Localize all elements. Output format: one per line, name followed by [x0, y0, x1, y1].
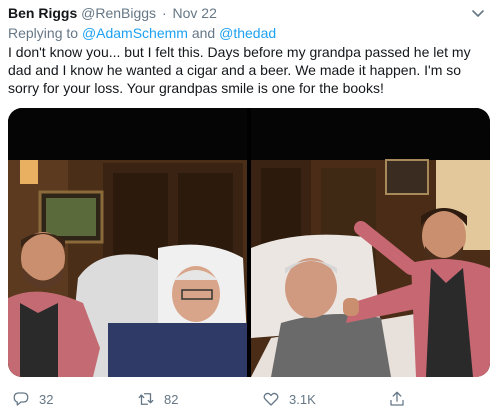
replying-to: Replying to @AdamSchemm and @thedad	[8, 25, 276, 41]
replying-to-and: and	[191, 25, 216, 41]
replying-to-label: Replying to	[8, 25, 79, 41]
retweet-button[interactable]: 82	[137, 390, 178, 408]
chevron-down-icon[interactable]	[469, 4, 487, 22]
retweet-count: 82	[164, 391, 179, 407]
reply-mention-1[interactable]: @AdamSchemm	[82, 25, 188, 41]
reply-mention-2[interactable]: @thedad	[219, 25, 276, 41]
author-name[interactable]: Ben Riggs	[8, 5, 77, 21]
like-count: 3.1K	[289, 391, 316, 407]
like-button[interactable]: 3.1K	[262, 390, 316, 408]
reply-button[interactable]: 32	[12, 390, 53, 408]
tweet-media[interactable]	[8, 108, 490, 377]
author-handle[interactable]: @RenBiggs	[81, 5, 156, 21]
tweet-photo-1[interactable]	[8, 108, 247, 377]
tweet-actions: 32 82 3.1K	[0, 386, 497, 414]
reply-icon	[13, 392, 29, 406]
share-icon	[390, 391, 404, 406]
tweet-photo-2[interactable]	[251, 108, 490, 377]
reply-count: 32	[39, 391, 54, 407]
retweet-icon	[138, 393, 154, 405]
tweet-header: Ben Riggs @RenBiggs · Nov 22	[8, 5, 217, 21]
tweet-date[interactable]: Nov 22	[173, 5, 217, 21]
tweet-text: I don't know you... but I felt this. Day…	[8, 44, 471, 96]
share-button[interactable]	[388, 390, 415, 408]
tweet[interactable]: Ben Riggs @RenBiggs · Nov 22 Replying to…	[0, 0, 497, 417]
like-icon	[263, 392, 279, 406]
separator-dot: ·	[161, 5, 167, 21]
